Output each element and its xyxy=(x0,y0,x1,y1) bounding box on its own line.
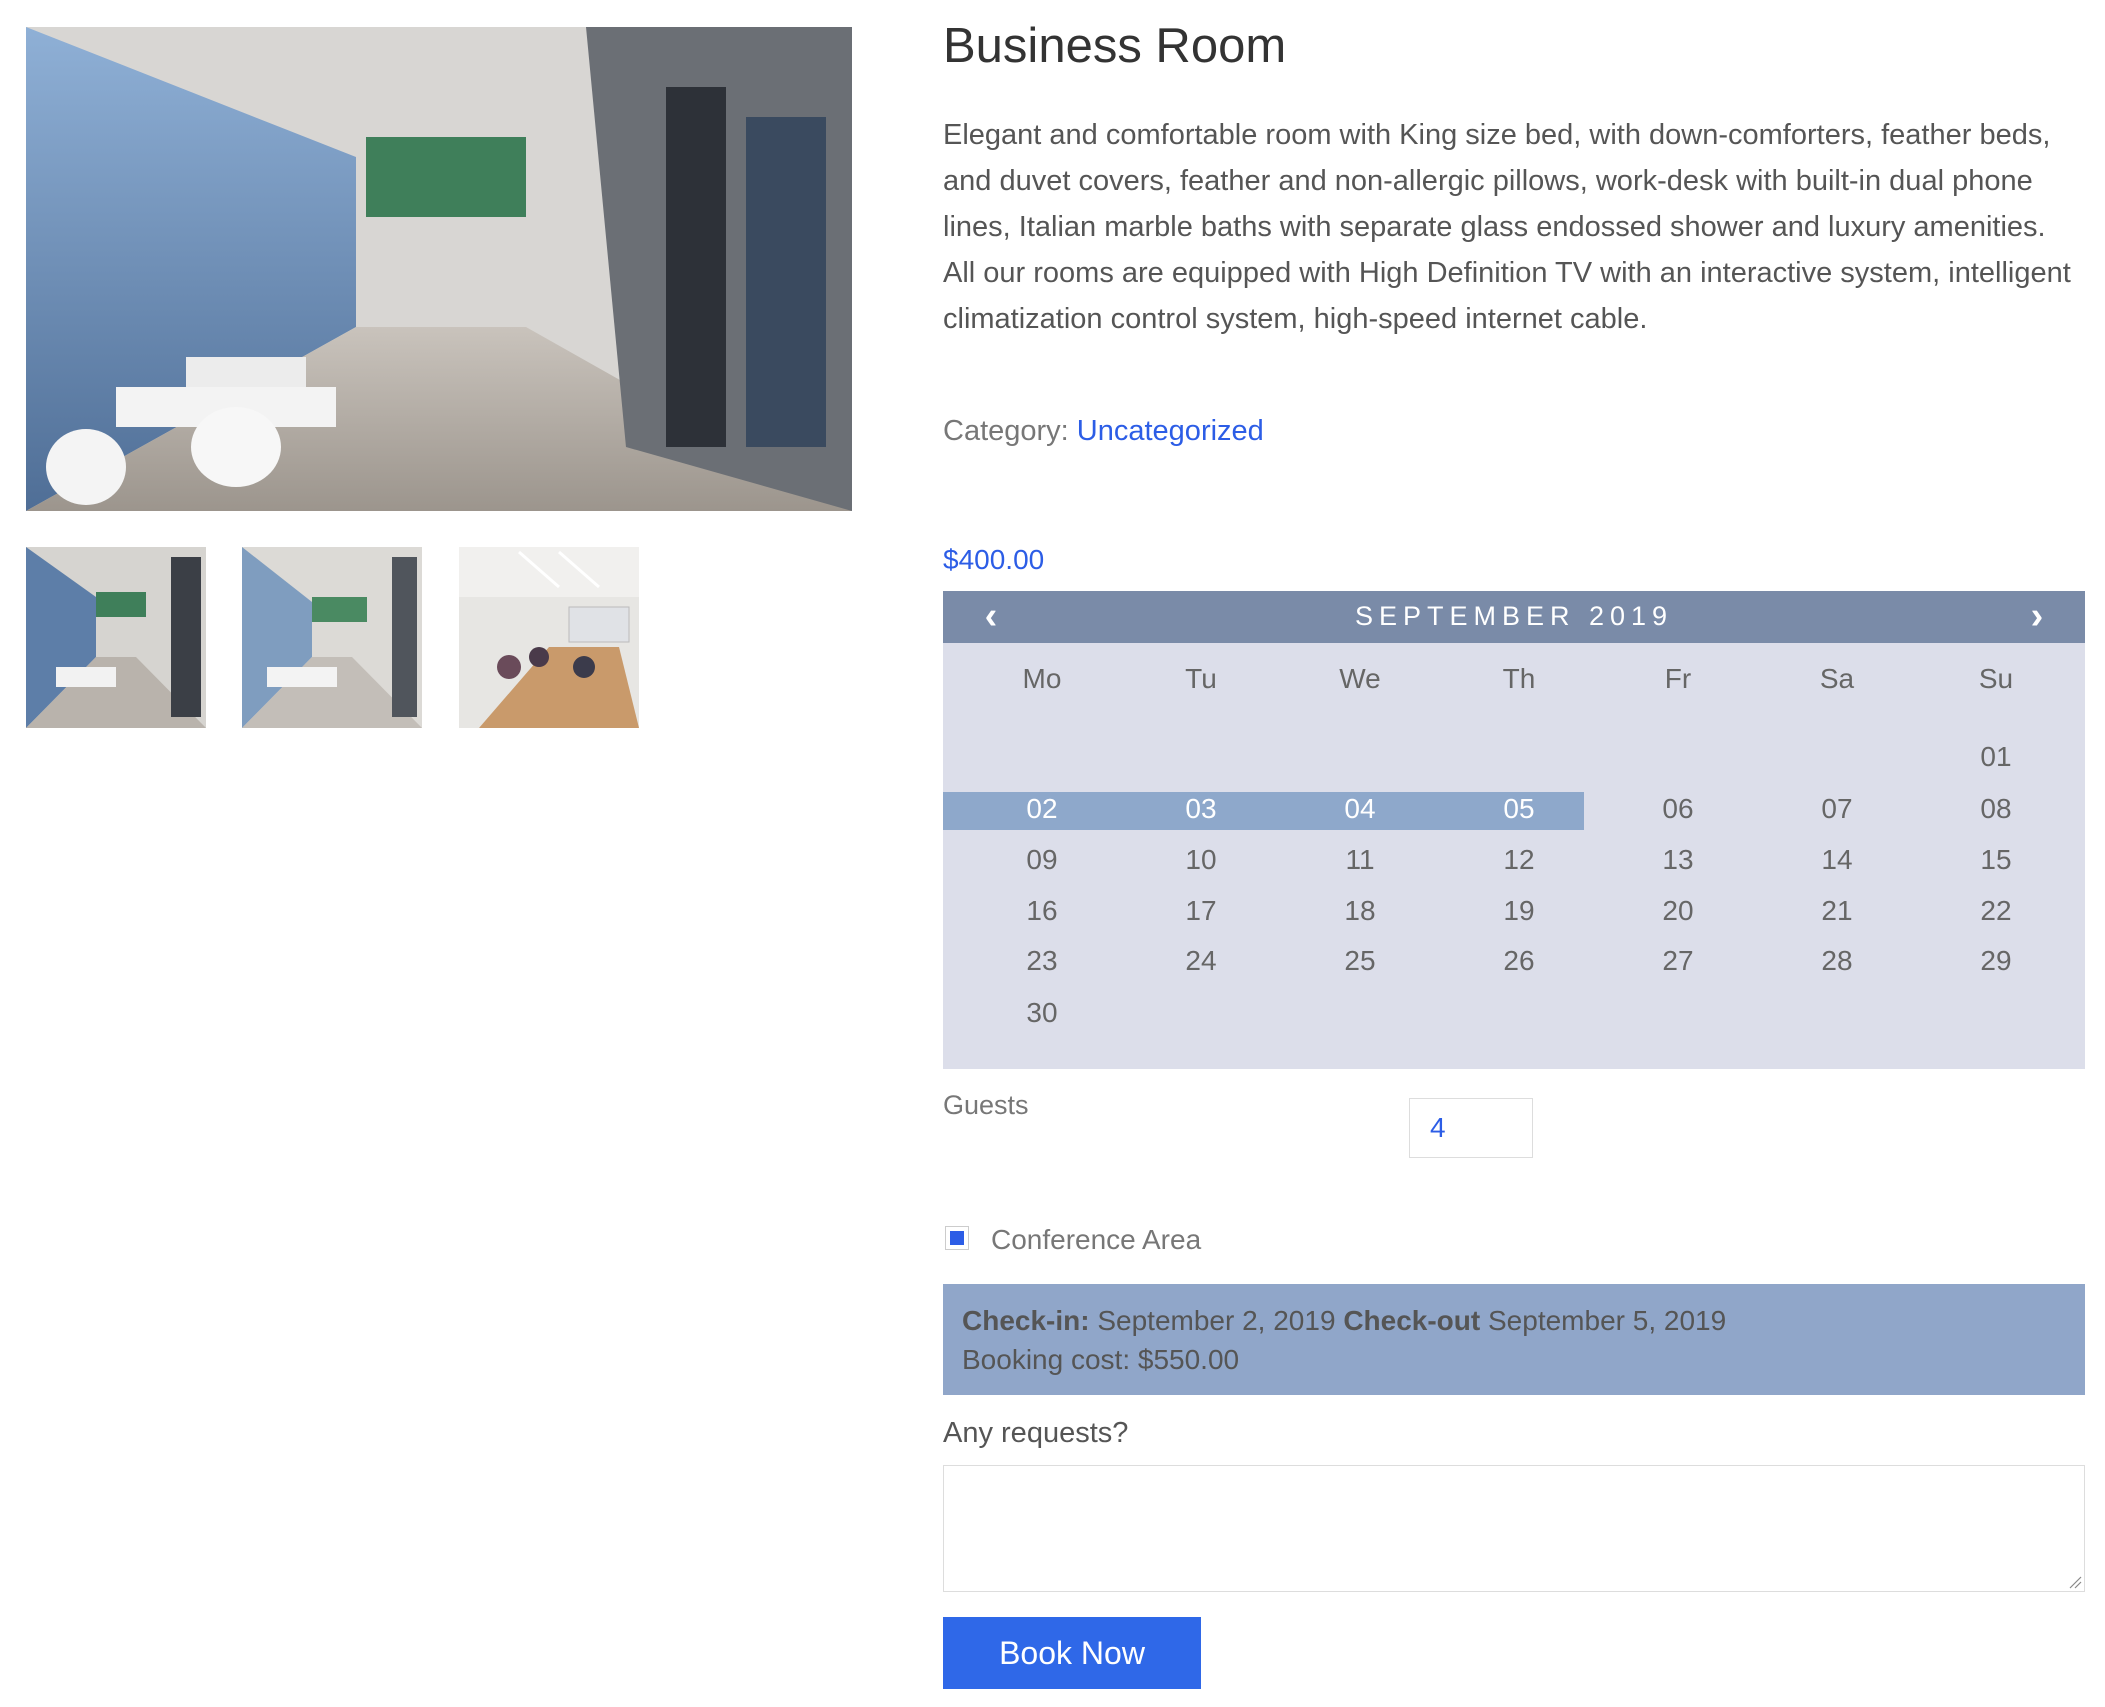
calendar-day[interactable]: 25 xyxy=(1280,945,1440,977)
category-label: Category: xyxy=(943,415,1069,447)
weekday-header: Mo xyxy=(1022,663,1062,694)
checkbox-mark xyxy=(950,1231,964,1245)
calendar-day[interactable]: 10 xyxy=(1121,844,1281,876)
calendar-day[interactable]: 12 xyxy=(1439,844,1599,876)
book-now-button[interactable]: Book Now xyxy=(943,1617,1201,1689)
calendar-month-label: SEPTEMBER 2019 xyxy=(1354,601,1674,631)
weekday-header: Fr xyxy=(1664,663,1692,694)
calendar-day[interactable]: 09 xyxy=(962,844,1122,876)
calendar-day[interactable]: 26 xyxy=(1439,945,1599,977)
calendar-day[interactable]: 17 xyxy=(1121,895,1281,927)
calendar-day[interactable]: 07 xyxy=(1757,793,1917,825)
calendar-header: ‹ SEPTEMBER 2019 › xyxy=(943,591,2085,643)
calendar-day[interactable]: 23 xyxy=(962,945,1122,977)
checkout-label: Check-out xyxy=(1343,1305,1481,1336)
requests-textarea[interactable] xyxy=(943,1465,2085,1592)
guests-label: Guests xyxy=(943,1090,1029,1120)
weekday-header: Th xyxy=(1502,663,1536,694)
calendar-day[interactable]: 01 xyxy=(1916,741,2076,773)
calendar-day[interactable]: 19 xyxy=(1439,895,1599,927)
calendar-day[interactable]: 13 xyxy=(1598,844,1758,876)
room-description: Elegant and comfortable room with King s… xyxy=(943,119,2071,335)
calendar-day[interactable]: 05 xyxy=(1439,793,1599,825)
main-room-image[interactable] xyxy=(26,27,852,511)
booking-summary: Check-in: September 2, 2019 Check-out Se… xyxy=(943,1284,2085,1395)
checkin-date: September 2, 2019 xyxy=(1097,1305,1336,1336)
conference-area-checkbox[interactable] xyxy=(945,1226,969,1250)
calendar-day[interactable]: 16 xyxy=(962,895,1122,927)
booking-calendar: ‹ SEPTEMBER 2019 › Mo Tu We Th Fr Sa Su 01 02 03 0… xyxy=(943,591,2085,1069)
calendar-day[interactable]: 29 xyxy=(1916,945,2076,977)
guests-input[interactable] xyxy=(1409,1098,1533,1158)
resize-grip-icon[interactable] xyxy=(2068,1575,2082,1589)
booking-cost: Booking cost: $550.00 xyxy=(962,1344,1240,1375)
weekday-header: We xyxy=(1339,663,1381,694)
calendar-day[interactable]: 06 xyxy=(1598,793,1758,825)
calendar-day[interactable]: 03 xyxy=(1121,793,1281,825)
weekday-header: Tu xyxy=(1185,663,1217,694)
checkin-label: Check-in: xyxy=(962,1305,1090,1336)
thumbnail-3[interactable] xyxy=(459,547,639,728)
page-title: Business Room xyxy=(943,19,1287,73)
calendar-day[interactable]: 15 xyxy=(1916,844,2076,876)
thumbnail-1[interactable] xyxy=(26,547,206,728)
conference-area-label: Conference Area xyxy=(991,1224,1202,1255)
calendar-day[interactable]: 11 xyxy=(1280,844,1440,876)
weekday-header: Sa xyxy=(1819,663,1855,694)
calendar-day[interactable]: 14 xyxy=(1757,844,1917,876)
calendar-day[interactable]: 18 xyxy=(1280,895,1440,927)
calendar-day[interactable]: 08 xyxy=(1916,793,2076,825)
calendar-day[interactable]: 24 xyxy=(1121,945,1281,977)
calendar-day[interactable]: 02 xyxy=(962,793,1122,825)
category-link[interactable]: Uncategorized xyxy=(1077,415,1264,447)
thumbnail-2[interactable] xyxy=(242,547,422,728)
calendar-day[interactable]: 27 xyxy=(1598,945,1758,977)
requests-label: Any requests? xyxy=(943,1417,1129,1449)
room-price: $400.00 xyxy=(943,544,1045,575)
chevron-right-icon[interactable]: › xyxy=(2017,595,2057,638)
calendar-day[interactable]: 21 xyxy=(1757,895,1917,927)
calendar-day[interactable]: 04 xyxy=(1280,793,1440,825)
calendar-day[interactable]: 30 xyxy=(962,997,1122,1029)
calendar-day[interactable]: 22 xyxy=(1916,895,2076,927)
weekday-header: Su xyxy=(1978,663,2014,694)
category-line: Category: Uncategorized xyxy=(943,415,1264,448)
calendar-day[interactable]: 28 xyxy=(1757,945,1917,977)
checkout-date: September 5, 2019 xyxy=(1488,1305,1727,1336)
calendar-day[interactable]: 20 xyxy=(1598,895,1758,927)
